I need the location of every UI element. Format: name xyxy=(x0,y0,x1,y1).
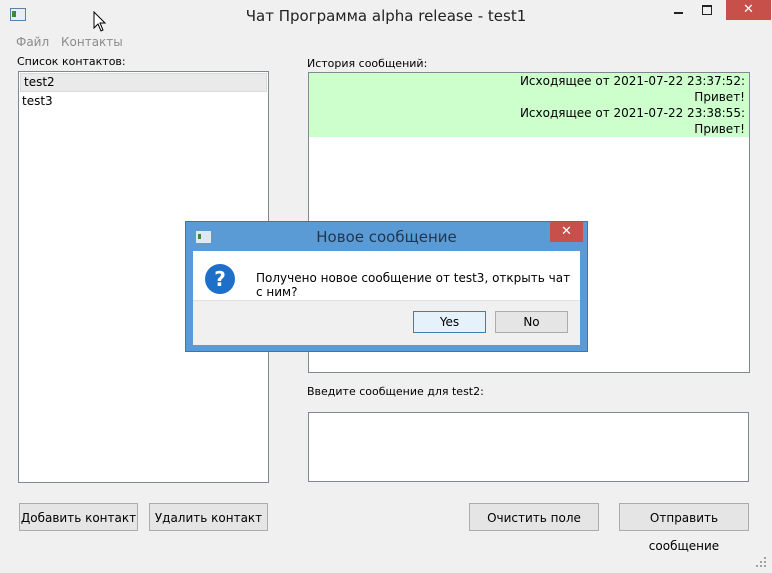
dialog-message: Получено новое сообщение от test3, откры… xyxy=(256,271,571,299)
size-grip[interactable] xyxy=(756,557,766,567)
menu-contacts[interactable]: Контакты xyxy=(61,35,123,49)
title-bar[interactable]: Чат Программа alpha release - test1 ✕ xyxy=(0,0,772,32)
no-button[interactable]: No xyxy=(495,311,568,333)
clear-field-button[interactable]: Очистить поле xyxy=(469,503,599,531)
input-label: Введите сообщение для test2: xyxy=(307,385,484,398)
contact-item-test3[interactable]: test3 xyxy=(19,93,268,110)
close-icon: ✕ xyxy=(561,224,572,239)
maximize-icon xyxy=(702,5,712,15)
message-header: Исходящее от 2021-07-22 23:37:52: xyxy=(519,74,745,88)
add-contact-button[interactable]: Добавить контакт xyxy=(19,503,138,531)
mouse-cursor-icon xyxy=(93,11,107,32)
window-title: Чат Программа alpha release - test1 xyxy=(245,7,527,25)
close-icon: ✕ xyxy=(743,2,754,17)
message-block: Исходящее от 2021-07-22 23:37:52: Привет… xyxy=(309,73,749,137)
dialog-title: Новое сообщение xyxy=(316,228,457,246)
dialog-body: ? Получено новое сообщение от test3, отк… xyxy=(193,251,580,345)
contact-item-test2[interactable]: test2 xyxy=(20,73,267,92)
minimize-button[interactable] xyxy=(666,0,692,20)
minimize-icon xyxy=(674,12,683,14)
menu-bar: Файл Контакты xyxy=(0,33,772,51)
remove-contact-button[interactable]: Удалить контакт xyxy=(149,503,268,531)
dialog-button-bar: Yes No xyxy=(193,300,580,345)
contacts-label: Список контактов: xyxy=(17,55,126,68)
message-header: Исходящее от 2021-07-22 23:38:55: xyxy=(519,106,745,120)
close-button[interactable]: ✕ xyxy=(726,0,771,20)
message-text: Привет! xyxy=(694,90,745,104)
send-message-button[interactable]: Отправить сообщение xyxy=(619,503,749,553)
new-message-dialog: Новое сообщение ✕ ? Получено новое сообщ… xyxy=(185,221,588,352)
menu-file[interactable]: Файл xyxy=(16,35,49,49)
maximize-button[interactable] xyxy=(693,0,720,20)
history-label: История сообщений: xyxy=(307,57,428,70)
yes-button[interactable]: Yes xyxy=(413,311,486,333)
message-input[interactable] xyxy=(308,412,749,482)
message-text: Привет! xyxy=(694,122,745,136)
dialog-close-button[interactable]: ✕ xyxy=(550,222,583,242)
question-icon: ? xyxy=(205,264,235,294)
